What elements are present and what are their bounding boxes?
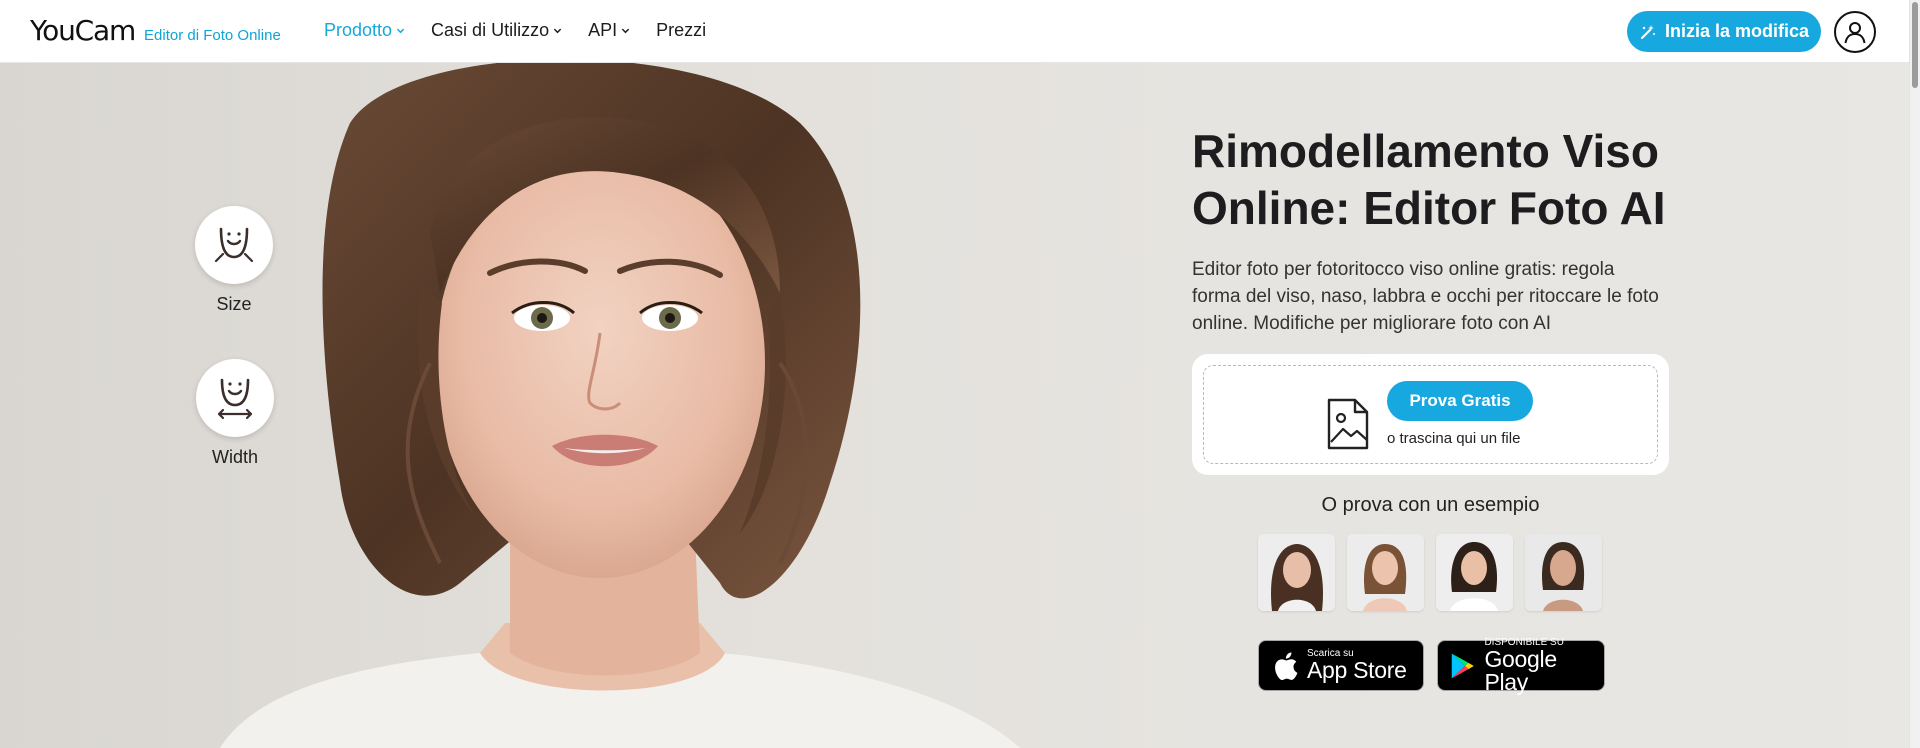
google-play-icon (1451, 653, 1474, 678)
example-thumbnail[interactable] (1525, 534, 1602, 611)
chevron-down-icon (396, 28, 405, 34)
nav-item-label: API (588, 20, 618, 40)
nav-item-label: Prezzi (656, 20, 707, 40)
logo-subtitle: Editor di Foto Online (144, 27, 281, 44)
nav-item-casi-di-utilizzo[interactable]: Casi di Utilizzo (431, 20, 562, 41)
google-play-badge[interactable]: DISPONIBILE SU Google Play (1437, 637, 1605, 695)
hero-portrait-image (220, 63, 1020, 748)
feature-width-label: Width (211, 447, 258, 467)
feature-size-circle (195, 206, 273, 284)
example-thumbnail[interactable] (1347, 534, 1424, 611)
example-face-2-image (1347, 534, 1424, 611)
face-size-icon (214, 227, 254, 263)
page-title: Rimodellamento Viso Online: Editor Foto … (1192, 125, 1666, 234)
nav-item-label: Prodotto (324, 20, 393, 40)
upload-card: Prova Gratis o trascina qui un file (1192, 354, 1669, 475)
nav-item-prodotto[interactable]: Prodotto (324, 20, 405, 41)
google-play-big-text: Google Play (1484, 645, 1557, 695)
file-drop-zone[interactable]: Prova Gratis o trascina qui un file (1203, 365, 1658, 464)
top-nav-bar: YouCam Editor di Foto Online Prodotto Ca… (0, 0, 1909, 63)
drop-file-hint: o trascina qui un file (1387, 430, 1521, 447)
logo[interactable]: YouCam Editor di Foto Online (30, 14, 281, 47)
example-section-title: O prova con un esempio (1321, 494, 1540, 516)
chevron-down-icon (621, 28, 630, 34)
example-face-4-image (1525, 534, 1602, 611)
feature-size-label: Size (216, 294, 252, 314)
feature-size[interactable]: Size (195, 206, 273, 315)
try-free-button[interactable]: Prova Gratis (1387, 381, 1533, 421)
start-editing-button[interactable]: Inizia la modifica (1627, 11, 1821, 52)
scrollbar-thumb[interactable] (1912, 2, 1918, 88)
example-thumbnail[interactable] (1258, 534, 1335, 611)
nav-item-prezzi[interactable]: Prezzi (656, 20, 706, 41)
page-scrollbar[interactable] (1909, 0, 1920, 748)
magic-wand-icon (1640, 24, 1655, 39)
nav-item-api[interactable]: API (588, 20, 630, 41)
face-width-icon (217, 378, 253, 420)
start-editing-label: Inizia la modifica (1664, 21, 1810, 41)
example-thumbnails (1258, 534, 1602, 611)
nav-item-label: Casi di Utilizzo (431, 20, 550, 40)
image-file-icon (1327, 398, 1369, 450)
main-nav: Prodotto Casi di Utilizzo API Prezzi (324, 20, 706, 41)
example-thumbnail[interactable] (1436, 534, 1513, 611)
app-store-badge[interactable]: Scarica su App Store (1258, 640, 1424, 691)
hero-section: Size Width Rimodellamento Viso Online: E… (0, 63, 1909, 748)
app-store-badges: Scarica su App Store DISPONIBILE SU Goog… (1258, 637, 1605, 695)
logo-text: YouCam (30, 14, 136, 47)
chevron-down-icon (553, 28, 562, 34)
feature-width-circle (196, 359, 274, 437)
user-icon (1844, 22, 1866, 44)
user-account-button[interactable] (1834, 11, 1876, 53)
page-description: Editor foto per fotoritocco viso online … (1192, 259, 1659, 334)
apple-logo-icon (1275, 651, 1298, 680)
feature-width[interactable]: Width (196, 359, 274, 468)
example-face-3-image (1436, 534, 1513, 611)
app-store-big-text: App Store (1307, 657, 1407, 683)
example-face-1-image (1258, 534, 1335, 611)
